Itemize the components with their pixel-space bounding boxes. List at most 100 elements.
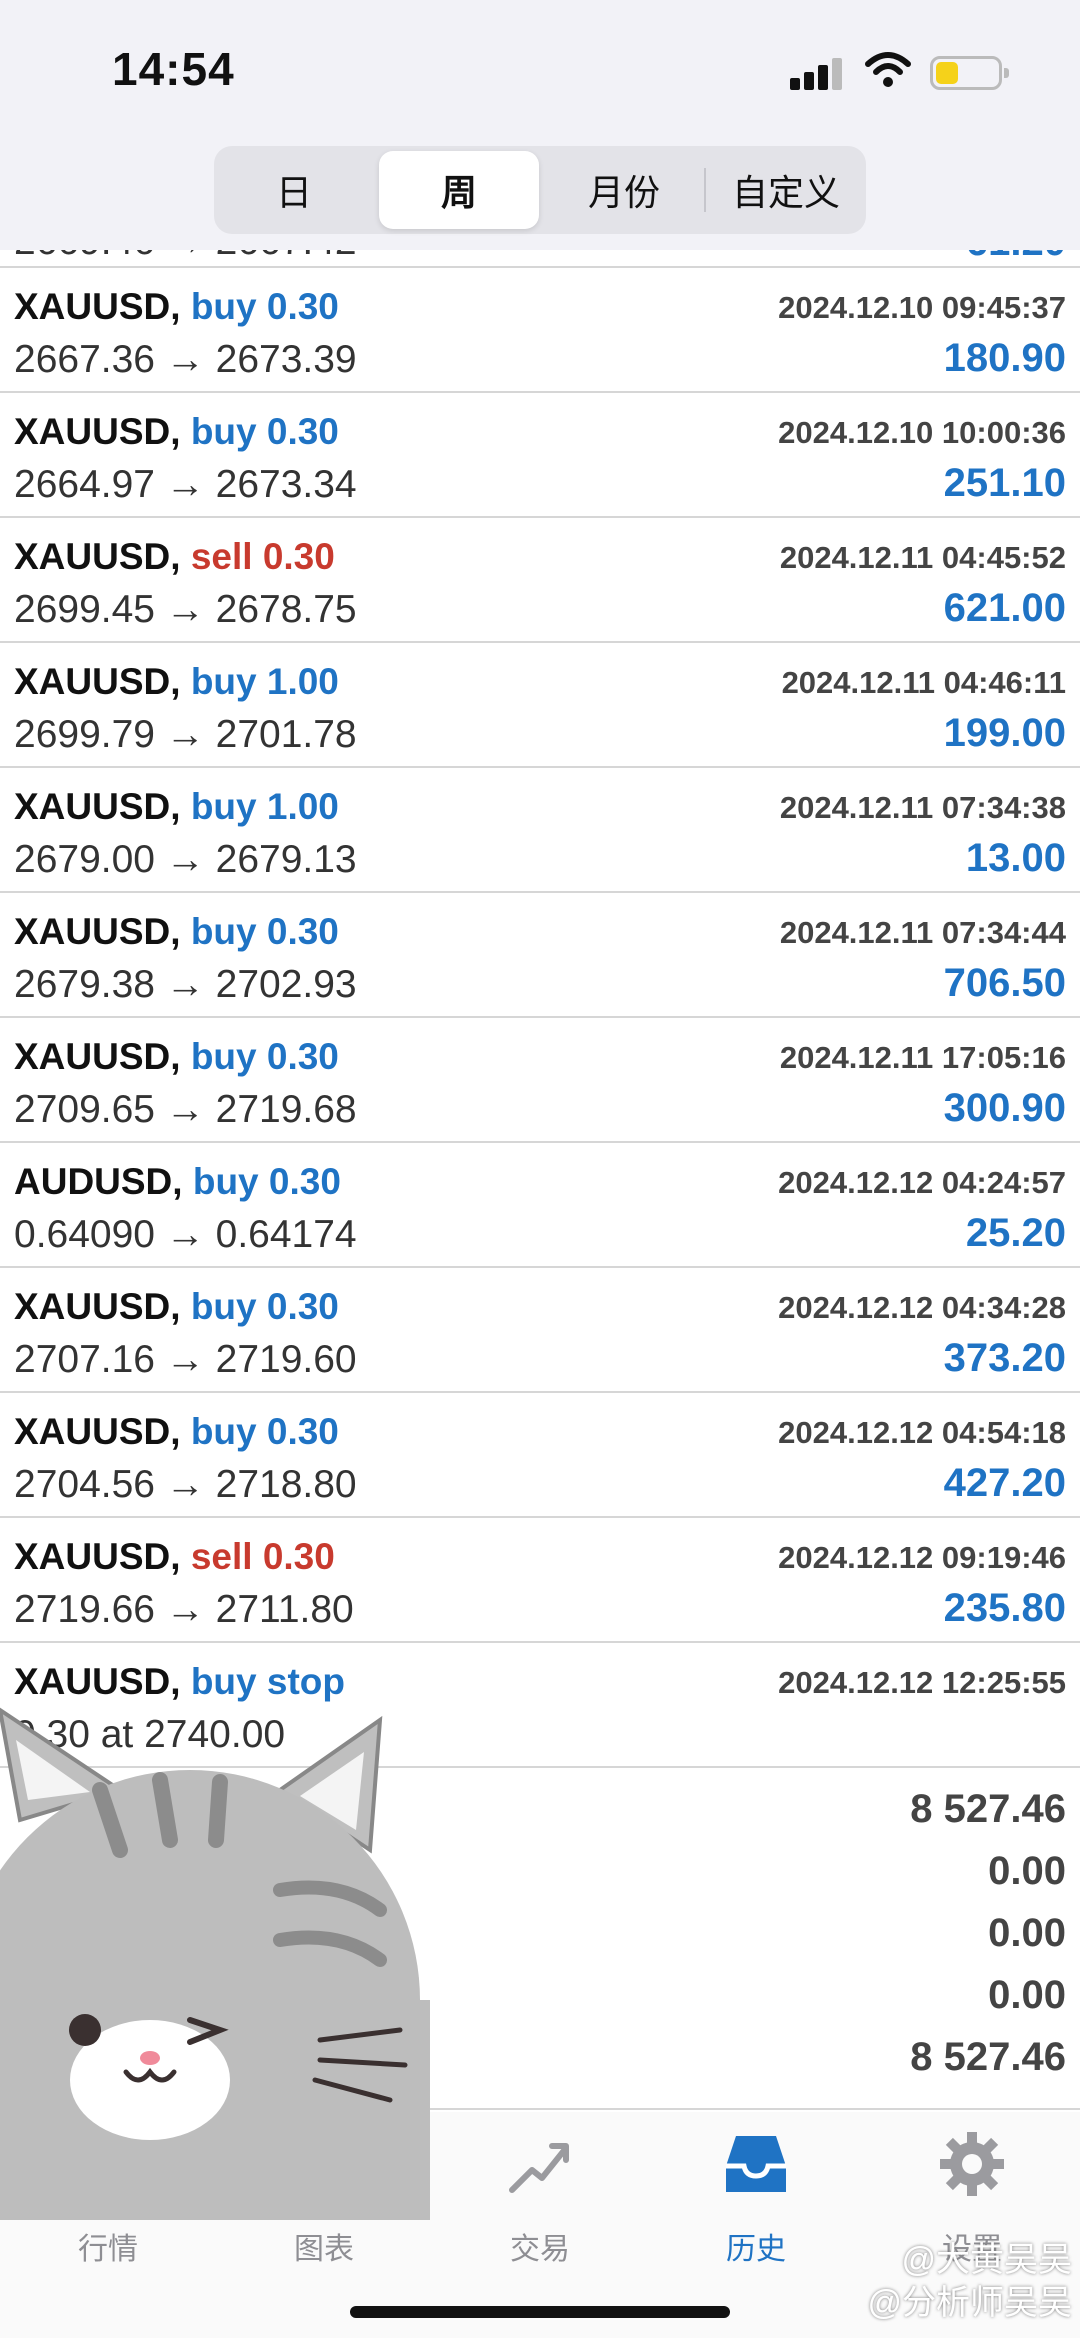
trade-volume: 0.30 [266, 1036, 339, 1077]
trade-time: 2024.12.11 07:34:44 [779, 915, 1066, 950]
trade-prices: 0.64090 → 0.64174 [14, 1213, 357, 1256]
table-row[interactable]: XAUUSD, buy 1.00 2024.12.11 04:46:11 2699.… [0, 643, 1080, 768]
settings-icon [940, 2132, 1004, 2196]
trade-time: 2024.12.12 09:19:46 [778, 1540, 1066, 1575]
tab-trade[interactable]: 交易 [450, 2126, 630, 2266]
summary-balance: 8 527.46 [910, 2035, 1066, 2079]
history-list: 2669.46 → 2667.42 61.20 XAUUSD, buy 0.30… [0, 250, 1080, 1768]
trade-profit: 706.50 [943, 961, 1066, 1005]
trade-prices: 2699.79 → 2701.78 [14, 713, 357, 756]
trade-side: buy [190, 786, 257, 827]
table-row[interactable]: 2669.46 → 2667.42 61.20 [0, 250, 1080, 268]
trade-title: XAUUSD, buy 0.30 [14, 1036, 339, 1078]
trade-title: XAUUSD, buy 0.30 [14, 1286, 339, 1328]
period-selector-bar: 日 周 月份 自定义 [0, 140, 1080, 250]
trade-title: XAUUSD, buy 1.00 [14, 661, 339, 703]
trade-profit: 373.20 [943, 1336, 1066, 1380]
trade-prices: 2709.65 → 2719.68 [14, 1088, 357, 1131]
trade-side: buy [190, 286, 257, 327]
cellular-signal-icon [790, 58, 842, 90]
summary-credit: 0.00 [988, 1849, 1066, 1893]
table-row[interactable]: XAUUSD, buy 1.00 2024.12.11 07:34:38 2679.… [0, 768, 1080, 893]
trade-symbol: AUDUSD, [14, 1161, 183, 1202]
watermark: @大黄吴吴 @分析师吴吴 [867, 2239, 1072, 2324]
home-indicator [350, 2306, 730, 2318]
trade-prices: 2699.45 → 2678.75 [14, 588, 357, 631]
trade-side: buy [190, 1036, 257, 1077]
trade-volume: 0.30 [266, 911, 339, 952]
history-icon [726, 2136, 786, 2192]
trade-volume: 0.30 [266, 1286, 339, 1327]
watermark-line-2: @分析师吴吴 [867, 2283, 1072, 2322]
trade-volume: 0.30 [266, 1411, 339, 1452]
period-tab-month[interactable]: 月份 [544, 146, 704, 234]
period-segmented-control: 日 周 月份 自定义 [214, 146, 866, 234]
trade-symbol: XAUUSD, [14, 411, 181, 452]
trade-time: 2024.12.12 04:34:28 [778, 1290, 1066, 1325]
trade-volume: 0.30 [268, 1161, 341, 1202]
trade-prices: 2679.00 → 2679.13 [14, 838, 357, 881]
trade-prices: 2704.56 → 2718.80 [14, 1463, 357, 1506]
trade-profit: 180.90 [943, 336, 1066, 380]
screen: { "status_bar": { "time": "14:54" }, "pe… [0, 0, 1080, 2338]
trade-profit: 25.20 [965, 1211, 1066, 1255]
trade-time: 2024.12.11 17:05:16 [779, 1040, 1066, 1075]
trade-title: XAUUSD, buy 0.30 [14, 911, 339, 953]
trade-symbol: XAUUSD, [14, 286, 181, 327]
trade-prices: 2679.38 → 2702.93 [14, 963, 357, 1006]
table-row[interactable]: XAUUSD, buy 0.30 2024.12.11 07:34:44 2679.… [0, 893, 1080, 1018]
table-row[interactable]: XAUUSD, buy 0.30 2024.12.11 17:05:16 2709.… [0, 1018, 1080, 1143]
tab-history[interactable]: 历史 [666, 2126, 846, 2266]
table-row[interactable]: XAUUSD, buy 0.30 2024.12.10 09:45:37 2667.… [0, 268, 1080, 393]
tab-label: 图表 [294, 2233, 354, 2266]
trade-profit: 61.20 [966, 250, 1066, 265]
table-row[interactable]: XAUUSD, sell 0.30 2024.12.12 09:19:46 2719… [0, 1518, 1080, 1643]
trade-profit: 251.10 [943, 461, 1066, 505]
table-row[interactable]: AUDUSD, buy 0.30 2024.12.12 04:24:57 0.640… [0, 1143, 1080, 1268]
trade-title: XAUUSD, sell 0.30 [14, 536, 335, 578]
trade-time: 2024.12.11 07:34:38 [779, 790, 1066, 825]
period-tab-day[interactable]: 日 [214, 146, 374, 234]
trade-prices: 2669.46 → 2667.42 [14, 250, 357, 264]
cat-sticker-image [0, 1707, 430, 2220]
trade-time: 2024.12.12 04:54:18 [778, 1415, 1066, 1450]
trade-volume: 1.00 [266, 786, 339, 827]
trade-side: sell [190, 1536, 253, 1577]
trade-prices: 2707.16 → 2719.60 [14, 1338, 357, 1381]
trade-profit: 199.00 [943, 711, 1066, 755]
table-row[interactable]: XAUUSD, sell 0.30 2024.12.11 04:45:52 2699… [0, 518, 1080, 643]
trade-symbol: XAUUSD, [14, 1036, 181, 1077]
trade-side: buy [192, 1161, 259, 1202]
trade-volume: 1.00 [266, 661, 339, 702]
trade-title: AUDUSD, buy 0.30 [14, 1161, 341, 1203]
summary-profit: 8 527.46 [910, 1787, 1066, 1831]
trade-volume: 0.30 [266, 286, 339, 327]
trade-symbol: XAUUSD, [14, 1286, 181, 1327]
period-tab-custom[interactable]: 自定义 [706, 146, 866, 234]
trade-volume: 0.30 [262, 1536, 335, 1577]
trade-side: buy [190, 911, 257, 952]
trade-time: 2024.12.12 12:25:55 [778, 1665, 1066, 1700]
wifi-icon [865, 52, 911, 87]
table-row[interactable]: XAUUSD, buy 0.30 2024.12.10 10:00:36 2664.… [0, 393, 1080, 518]
trade-title: XAUUSD, sell 0.30 [14, 1536, 335, 1578]
table-row[interactable]: XAUUSD, buy 0.30 2024.12.12 04:54:18 2704.… [0, 1393, 1080, 1518]
trade-time: 2024.12.11 04:46:11 [781, 665, 1066, 700]
tab-label: 历史 [726, 2233, 786, 2266]
trade-title: XAUUSD, buy 0.30 [14, 411, 339, 453]
trade-symbol: XAUUSD, [14, 911, 181, 952]
period-tab-week[interactable]: 周 [379, 151, 539, 229]
status-bar: 14:54 [0, 0, 1080, 140]
trade-title: XAUUSD, buy 0.30 [14, 1411, 339, 1453]
trade-title: XAUUSD, buy 0.30 [14, 286, 339, 328]
trade-side: buy [190, 1411, 257, 1452]
trade-side: buy [190, 661, 257, 702]
trade-profit: 13.00 [965, 836, 1066, 880]
tab-label: 行情 [78, 2233, 138, 2266]
trade-side: buy [190, 1286, 257, 1327]
trade-symbol: XAUUSD, [14, 786, 181, 827]
trade-symbol: XAUUSD, [14, 1661, 181, 1702]
table-row[interactable]: XAUUSD, buy 0.30 2024.12.12 04:34:28 2707.… [0, 1268, 1080, 1393]
trade-icon [509, 2143, 569, 2193]
trade-prices: 2719.66 → 2711.80 [14, 1588, 354, 1631]
